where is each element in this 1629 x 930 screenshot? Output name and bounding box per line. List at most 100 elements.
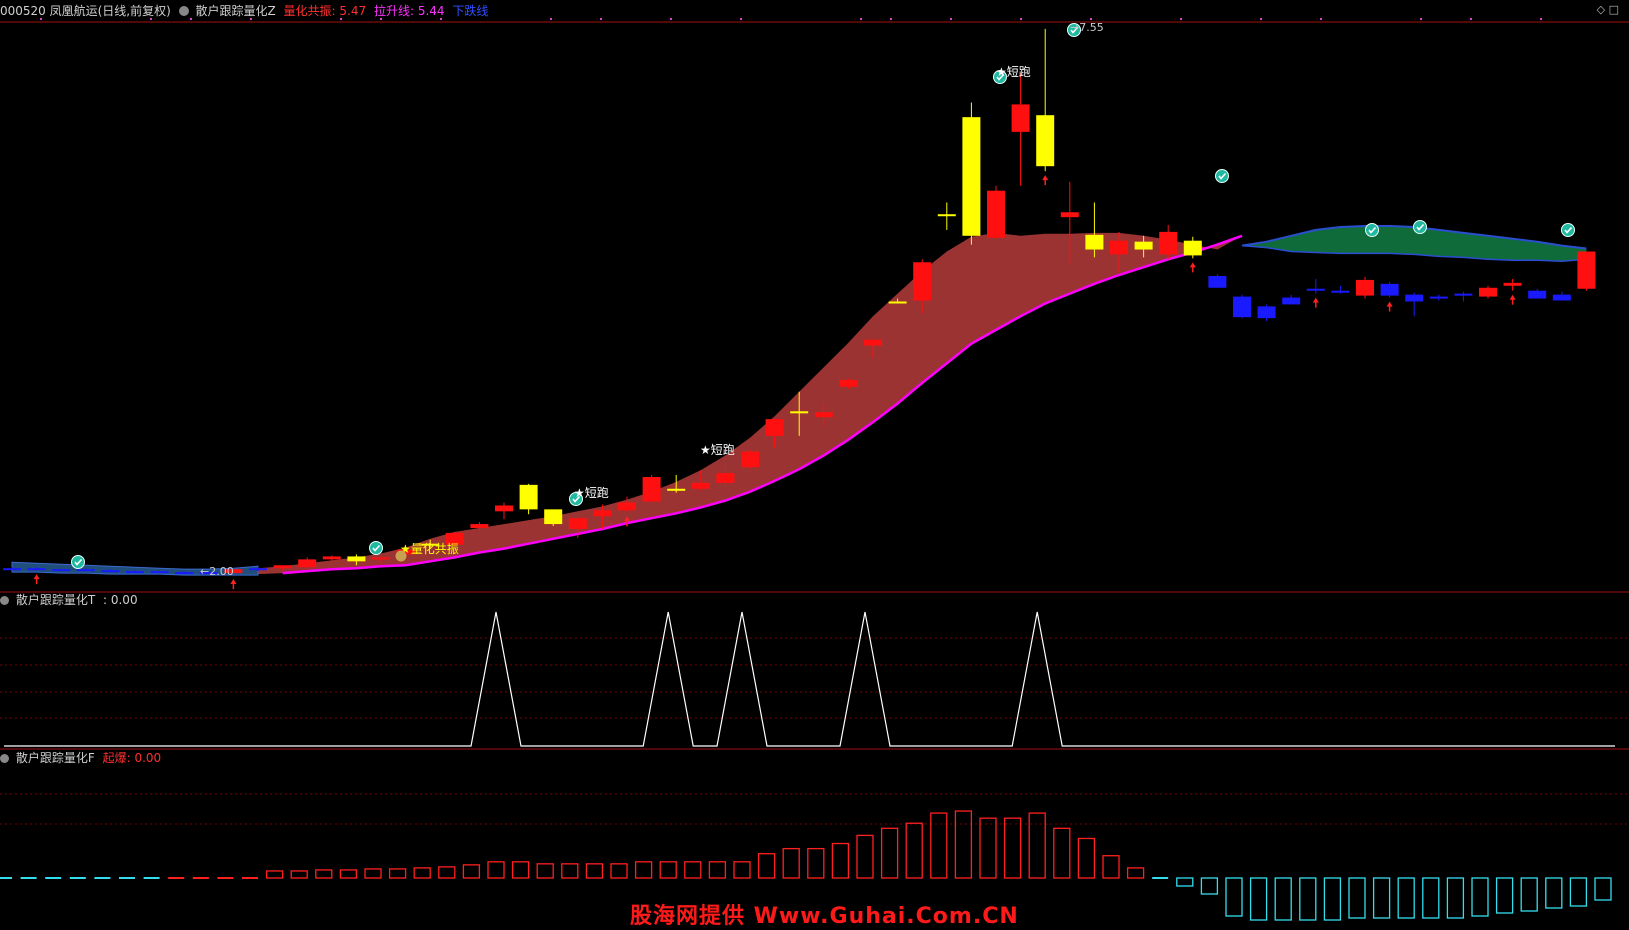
panel3-label: 起爆: <box>102 751 131 765</box>
short-run-label: ★短跑 <box>996 65 1031 79</box>
volume-bar <box>708 861 727 879</box>
resonance-value: 5.47 <box>339 4 367 18</box>
volume-bar <box>634 861 653 879</box>
candle-body <box>175 572 194 575</box>
volume-bar <box>856 834 874 879</box>
top-marker-dot <box>950 18 952 20</box>
top-marker-dot <box>550 18 552 20</box>
panel2-toggle-icon[interactable] <box>0 596 9 605</box>
top-marker-dot <box>740 18 742 20</box>
resonance-label: ★量化共振 <box>400 542 459 556</box>
top-marker-dot <box>40 18 42 20</box>
candle-body <box>76 569 95 572</box>
check-badge-icon <box>1413 220 1427 234</box>
candle-body <box>1282 297 1301 305</box>
volume-bar <box>585 863 604 879</box>
candle-body <box>347 556 366 562</box>
candle-body <box>937 214 956 217</box>
candle-body <box>1036 115 1055 167</box>
volume-bar <box>1003 817 1022 879</box>
candle-body <box>150 571 169 574</box>
short-run-label: ★短跑 <box>700 443 735 457</box>
panel3-title[interactable]: 散户跟踪量化F <box>16 751 95 765</box>
top-marker-dot <box>1180 18 1182 20</box>
volume-bar <box>1028 812 1046 879</box>
volume-bar <box>831 842 850 879</box>
watermark: 股海网提供 Www.Guhai.Com.CN <box>630 904 1019 929</box>
lift-line <box>282 234 1243 575</box>
high-value-label: →7.55 <box>1070 21 1104 34</box>
candle-body <box>765 419 784 436</box>
volume-bar <box>364 868 382 879</box>
candles-layer <box>3 28 1596 576</box>
indicator-toggle-icon[interactable] <box>178 6 189 16</box>
volume-bar <box>880 827 899 879</box>
top-marker-dot <box>1420 18 1422 20</box>
panel-controls[interactable]: ◇ □ <box>1597 3 1619 16</box>
indicator-name[interactable]: 散户跟踪量化Z <box>195 4 275 18</box>
panel2-title[interactable]: 散户跟踪量化T <box>16 593 95 607</box>
top-marker-dot <box>1470 18 1472 20</box>
volume-bar <box>1176 877 1194 887</box>
volume-bar <box>413 867 431 879</box>
marks-layer: ★短跑 ★短跑 ★短跑 ★量化共振 ←2.00 →7.55 <box>33 21 1575 590</box>
low-value-label: ←2.00 <box>200 565 234 578</box>
panel3-toggle-icon[interactable] <box>0 754 9 763</box>
volume-bar <box>1372 877 1391 919</box>
volume-bar <box>733 861 751 879</box>
volume-bar <box>1077 837 1096 879</box>
candle-body <box>298 559 317 568</box>
candle-body <box>470 524 489 528</box>
volume-bar <box>807 847 825 879</box>
volume-bar <box>1200 877 1219 895</box>
top-marker-dot <box>340 18 342 20</box>
candle-body <box>3 568 21 571</box>
volume-bar <box>1249 877 1268 921</box>
candle-body <box>913 262 932 301</box>
candle-body <box>1356 279 1374 296</box>
candle-body <box>618 502 636 511</box>
volume-bar <box>1126 867 1145 879</box>
candle-body <box>322 556 341 560</box>
candle-body <box>495 505 513 512</box>
candle-body <box>52 569 71 572</box>
volume-bar <box>1520 877 1538 912</box>
check-badge-icon <box>1561 223 1575 237</box>
volume-bar <box>290 870 308 879</box>
top-marker-dot <box>1090 18 1092 20</box>
volume-bar <box>462 864 481 879</box>
volume-bar <box>1545 877 1563 909</box>
check-badge-icon <box>1215 169 1229 183</box>
green-band-area <box>1242 226 1587 262</box>
top-marker-dot <box>380 18 382 20</box>
volume-bar <box>511 861 530 879</box>
top-marker-dot <box>1320 18 1322 20</box>
candle-body <box>372 557 390 560</box>
candle-body <box>27 568 46 571</box>
candle-body <box>1577 251 1596 289</box>
candle-body <box>1060 212 1079 218</box>
volume-bar <box>1323 877 1342 921</box>
volume-bar <box>930 812 948 879</box>
candle-body <box>888 301 907 304</box>
volume-bar <box>1495 877 1514 914</box>
check-badge-icon <box>369 541 383 555</box>
top-marker-dot <box>600 18 602 20</box>
candle-body <box>568 518 587 529</box>
top-marker-dot <box>1540 18 1542 20</box>
volume-bar <box>757 853 776 879</box>
short-run-label: ★短跑 <box>574 486 609 500</box>
volume-bar <box>1594 877 1612 901</box>
stock-chart[interactable]: ★短跑 ★短跑 ★短跑 ★量化共振 ←2.00 →7.55 <box>0 0 1629 929</box>
volume-bar <box>1422 877 1440 919</box>
volume-bar <box>954 810 973 879</box>
top-marker-dot <box>250 18 252 20</box>
candle-body <box>1183 240 1202 256</box>
top-marker-dot <box>890 18 892 20</box>
candle-body <box>1405 294 1424 302</box>
candle-body <box>1306 288 1325 291</box>
candle-body <box>126 571 144 574</box>
candle-body <box>691 482 710 489</box>
fall-line-label: 下跌线 <box>452 4 489 18</box>
candle-body <box>642 477 661 502</box>
